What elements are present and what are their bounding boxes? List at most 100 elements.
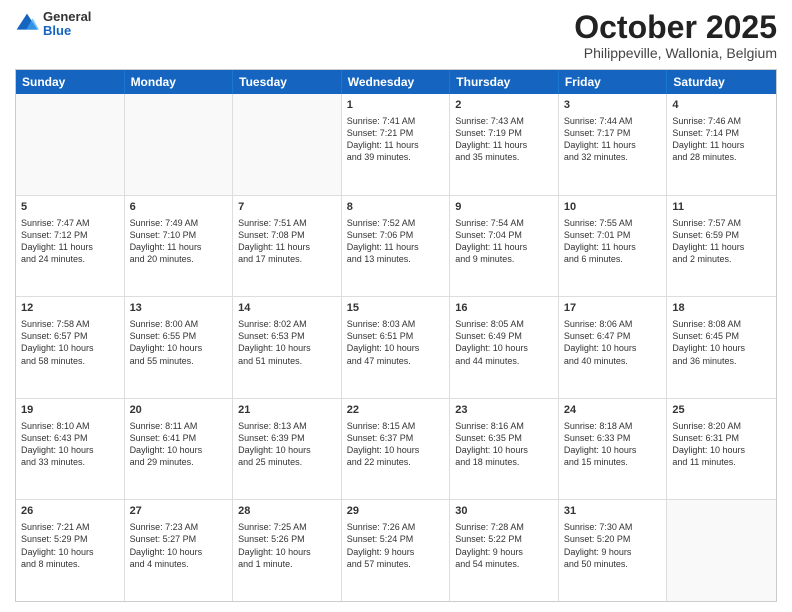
week-row-1: 5 Sunrise: 7:47 AMSunset: 7:12 PMDaylight… bbox=[16, 196, 776, 298]
cal-cell-w3-d6: 25 Sunrise: 8:20 AMSunset: 6:31 PMDayligh… bbox=[667, 399, 776, 500]
cell-content: Sunrise: 8:15 AMSunset: 6:37 PMDaylight:… bbox=[347, 420, 445, 469]
cal-cell-w3-d2: 21Sunrise: 8:13 AMSunset: 6:39 PMDayligh… bbox=[233, 399, 342, 500]
day-number: 12 bbox=[21, 301, 119, 316]
cal-cell-w4-d1: 27 Sunrise: 7:23 AMSunset: 5:27 PMDayligh… bbox=[125, 500, 234, 601]
header-thursday: Thursday bbox=[450, 70, 559, 94]
day-number: 16 bbox=[455, 301, 553, 316]
header-monday: Monday bbox=[125, 70, 234, 94]
day-number: 17 bbox=[564, 301, 662, 316]
day-number: 1 bbox=[347, 98, 445, 113]
cal-cell-w4-d3: 29 Sunrise: 7:26 AMSunset: 5:24 PMDayligh… bbox=[342, 500, 451, 601]
cell-content: Sunrise: 7:41 AMSunset: 7:21 PMDaylight:… bbox=[347, 115, 445, 164]
day-number: 25 bbox=[672, 403, 771, 418]
cell-content: Sunrise: 8:10 AMSunset: 6:43 PMDaylight:… bbox=[21, 420, 119, 469]
cell-content: Sunrise: 8:08 AMSunset: 6:45 PMDaylight:… bbox=[672, 318, 771, 367]
week-row-2: 12 Sunrise: 7:58 AMSunset: 6:57 PMDayligh… bbox=[16, 297, 776, 399]
cal-cell-w0-d0 bbox=[16, 94, 125, 195]
header-tuesday: Tuesday bbox=[233, 70, 342, 94]
logo: General Blue bbox=[15, 10, 91, 39]
cell-content: Sunrise: 7:58 AMSunset: 6:57 PMDaylight:… bbox=[21, 318, 119, 367]
day-number: 20 bbox=[130, 403, 228, 418]
day-number: 10 bbox=[564, 200, 662, 215]
cal-cell-w4-d5: 31Sunrise: 7:30 AMSunset: 5:20 PMDayligh… bbox=[559, 500, 668, 601]
cal-cell-w4-d0: 26Sunrise: 7:21 AMSunset: 5:29 PMDayligh… bbox=[16, 500, 125, 601]
cal-cell-w0-d2 bbox=[233, 94, 342, 195]
cal-cell-w0-d6: 4 Sunrise: 7:46 AMSunset: 7:14 PMDaylight… bbox=[667, 94, 776, 195]
cal-cell-w4-d4: 30 Sunrise: 7:28 AMSunset: 5:22 PMDayligh… bbox=[450, 500, 559, 601]
week-row-4: 26Sunrise: 7:21 AMSunset: 5:29 PMDayligh… bbox=[16, 500, 776, 601]
day-number: 28 bbox=[238, 504, 336, 519]
cell-content: Sunrise: 8:16 AMSunset: 6:35 PMDaylight:… bbox=[455, 420, 553, 469]
day-number: 18 bbox=[672, 301, 771, 316]
cell-content: Sunrise: 7:52 AMSunset: 7:06 PMDaylight:… bbox=[347, 217, 445, 266]
month-title: October 2025 bbox=[574, 10, 777, 45]
cell-content: Sunrise: 7:30 AMSunset: 5:20 PMDaylight:… bbox=[564, 521, 662, 570]
day-number: 22 bbox=[347, 403, 445, 418]
cell-content: Sunrise: 8:05 AMSunset: 6:49 PMDaylight:… bbox=[455, 318, 553, 367]
cal-cell-w0-d5: 3Sunrise: 7:44 AMSunset: 7:17 PMDaylight… bbox=[559, 94, 668, 195]
cell-content: Sunrise: 8:02 AMSunset: 6:53 PMDaylight:… bbox=[238, 318, 336, 367]
cal-cell-w0-d3: 1 Sunrise: 7:41 AMSunset: 7:21 PMDaylight… bbox=[342, 94, 451, 195]
header-friday: Friday bbox=[559, 70, 668, 94]
day-number: 9 bbox=[455, 200, 553, 215]
cal-cell-w2-d0: 12 Sunrise: 7:58 AMSunset: 6:57 PMDayligh… bbox=[16, 297, 125, 398]
logo-blue: Blue bbox=[43, 24, 91, 38]
cal-cell-w3-d0: 19Sunrise: 8:10 AMSunset: 6:43 PMDayligh… bbox=[16, 399, 125, 500]
cal-cell-w1-d1: 6Sunrise: 7:49 AMSunset: 7:10 PMDaylight… bbox=[125, 196, 234, 297]
week-row-3: 19Sunrise: 8:10 AMSunset: 6:43 PMDayligh… bbox=[16, 399, 776, 501]
day-number: 8 bbox=[347, 200, 445, 215]
cal-cell-w4-d2: 28 Sunrise: 7:25 AMSunset: 5:26 PMDayligh… bbox=[233, 500, 342, 601]
cal-cell-w1-d5: 10 Sunrise: 7:55 AMSunset: 7:01 PMDayligh… bbox=[559, 196, 668, 297]
cell-content: Sunrise: 7:54 AMSunset: 7:04 PMDaylight:… bbox=[455, 217, 553, 266]
day-number: 5 bbox=[21, 200, 119, 215]
day-number: 23 bbox=[455, 403, 553, 418]
day-number: 30 bbox=[455, 504, 553, 519]
day-number: 15 bbox=[347, 301, 445, 316]
cell-content: Sunrise: 7:23 AMSunset: 5:27 PMDaylight:… bbox=[130, 521, 228, 570]
day-number: 7 bbox=[238, 200, 336, 215]
location: Philippeville, Wallonia, Belgium bbox=[574, 45, 777, 61]
cal-cell-w3-d1: 20 Sunrise: 8:11 AMSunset: 6:41 PMDayligh… bbox=[125, 399, 234, 500]
cal-cell-w1-d3: 8 Sunrise: 7:52 AMSunset: 7:06 PMDaylight… bbox=[342, 196, 451, 297]
cell-content: Sunrise: 8:18 AMSunset: 6:33 PMDaylight:… bbox=[564, 420, 662, 469]
cal-cell-w4-d6 bbox=[667, 500, 776, 601]
day-number: 29 bbox=[347, 504, 445, 519]
cal-cell-w2-d3: 15 Sunrise: 8:03 AMSunset: 6:51 PMDayligh… bbox=[342, 297, 451, 398]
cell-content: Sunrise: 8:00 AMSunset: 6:55 PMDaylight:… bbox=[130, 318, 228, 367]
cal-cell-w3-d4: 23 Sunrise: 8:16 AMSunset: 6:35 PMDayligh… bbox=[450, 399, 559, 500]
week-row-0: 1 Sunrise: 7:41 AMSunset: 7:21 PMDaylight… bbox=[16, 94, 776, 196]
cell-content: Sunrise: 8:20 AMSunset: 6:31 PMDaylight:… bbox=[672, 420, 771, 469]
cell-content: Sunrise: 8:06 AMSunset: 6:47 PMDaylight:… bbox=[564, 318, 662, 367]
cell-content: Sunrise: 7:47 AMSunset: 7:12 PMDaylight:… bbox=[21, 217, 119, 266]
cell-content: Sunrise: 7:26 AMSunset: 5:24 PMDaylight:… bbox=[347, 521, 445, 570]
day-number: 13 bbox=[130, 301, 228, 316]
calendar: Sunday Monday Tuesday Wednesday Thursday… bbox=[15, 69, 777, 602]
header-wednesday: Wednesday bbox=[342, 70, 451, 94]
day-number: 3 bbox=[564, 98, 662, 113]
cell-content: Sunrise: 7:46 AMSunset: 7:14 PMDaylight:… bbox=[672, 115, 771, 164]
day-number: 2 bbox=[455, 98, 553, 113]
header: General Blue October 2025 Philippeville,… bbox=[15, 10, 777, 61]
cal-cell-w3-d5: 24 Sunrise: 8:18 AMSunset: 6:33 PMDayligh… bbox=[559, 399, 668, 500]
cell-content: Sunrise: 7:28 AMSunset: 5:22 PMDaylight:… bbox=[455, 521, 553, 570]
header-sunday: Sunday bbox=[16, 70, 125, 94]
cell-content: Sunrise: 8:11 AMSunset: 6:41 PMDaylight:… bbox=[130, 420, 228, 469]
day-number: 6 bbox=[130, 200, 228, 215]
cell-content: Sunrise: 7:55 AMSunset: 7:01 PMDaylight:… bbox=[564, 217, 662, 266]
cal-cell-w1-d4: 9 Sunrise: 7:54 AMSunset: 7:04 PMDaylight… bbox=[450, 196, 559, 297]
cal-cell-w1-d6: 11Sunrise: 7:57 AMSunset: 6:59 PMDayligh… bbox=[667, 196, 776, 297]
day-number: 24 bbox=[564, 403, 662, 418]
cal-cell-w3-d3: 22 Sunrise: 8:15 AMSunset: 6:37 PMDayligh… bbox=[342, 399, 451, 500]
cell-content: Sunrise: 7:51 AMSunset: 7:08 PMDaylight:… bbox=[238, 217, 336, 266]
logo-general: General bbox=[43, 10, 91, 24]
day-number: 4 bbox=[672, 98, 771, 113]
cell-content: Sunrise: 8:03 AMSunset: 6:51 PMDaylight:… bbox=[347, 318, 445, 367]
page: General Blue October 2025 Philippeville,… bbox=[0, 0, 792, 612]
cal-cell-w2-d6: 18 Sunrise: 8:08 AMSunset: 6:45 PMDayligh… bbox=[667, 297, 776, 398]
day-number: 27 bbox=[130, 504, 228, 519]
logo-icon bbox=[15, 12, 39, 36]
cal-cell-w1-d0: 5 Sunrise: 7:47 AMSunset: 7:12 PMDaylight… bbox=[16, 196, 125, 297]
cell-content: Sunrise: 7:25 AMSunset: 5:26 PMDaylight:… bbox=[238, 521, 336, 570]
cal-cell-w2-d1: 13 Sunrise: 8:00 AMSunset: 6:55 PMDayligh… bbox=[125, 297, 234, 398]
day-number: 21 bbox=[238, 403, 336, 418]
